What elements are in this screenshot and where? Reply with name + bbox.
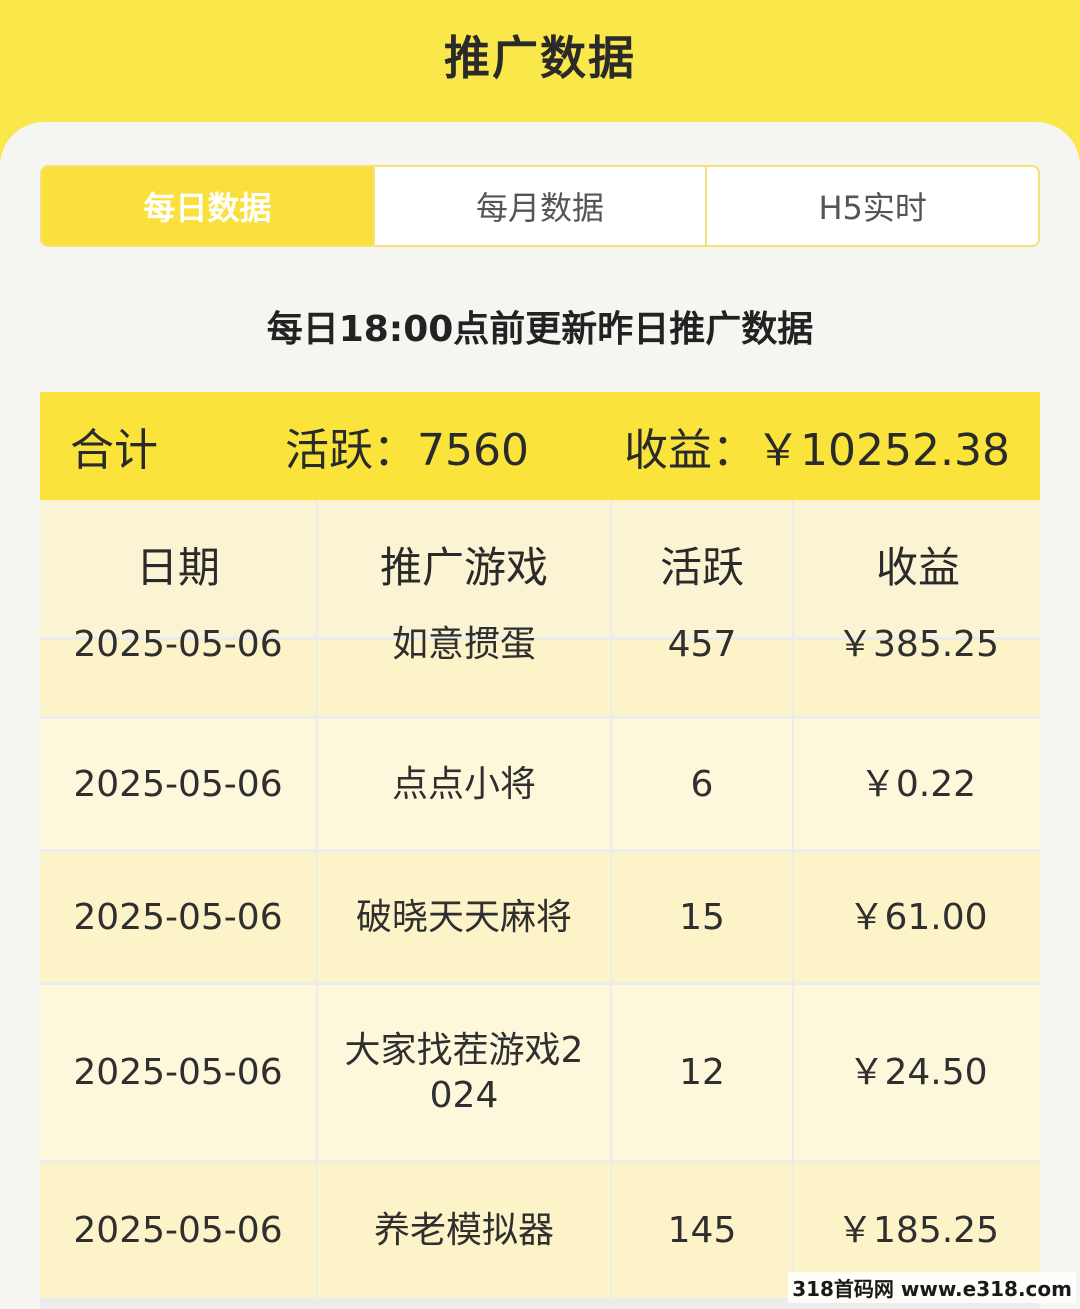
column-header-game: 推广游戏	[318, 500, 610, 637]
cell-game: 养老模拟器	[318, 1163, 610, 1298]
cell-active-text: 457	[667, 624, 737, 665]
cell-date: 2025-05-06	[40, 719, 316, 849]
cell-active: 12	[612, 985, 792, 1160]
summary-income: 收益：￥10252.38	[624, 425, 1010, 476]
cell-date: 2025-05-06	[40, 624, 316, 716]
table-row: 2025-05-06 点点小将 6 ￥0.22	[40, 719, 1040, 849]
cell-game-text: 如意掼蛋	[391, 624, 536, 665]
tab-daily-data[interactable]: 每日数据	[42, 167, 373, 245]
tab-bar: 每日数据 每月数据 H5实时	[40, 165, 1040, 247]
cell-date-text: 2025-05-06	[73, 624, 283, 665]
cell-active: 6	[612, 719, 792, 849]
data-table[interactable]: 日期 推广游戏 活跃 收益 2025-05-06 如意掼蛋 457 ￥385.2…	[40, 500, 1040, 1309]
tab-h5-realtime[interactable]: H5实时	[705, 167, 1038, 245]
table-row: 2025-05-06 破晓天天麻将 15 ￥61.00	[40, 852, 1040, 982]
tab-monthly-data[interactable]: 每月数据	[372, 167, 706, 245]
cell-income: ￥61.00	[794, 852, 1040, 982]
cell-income: ￥385.25	[794, 624, 1040, 716]
summary-bar: 合计 活跃：7560 收益：￥10252.38	[40, 392, 1040, 500]
cell-date: 2025-05-06	[40, 1163, 316, 1298]
table-row: 2025-05-06 如意掼蛋 457 ￥385.25	[40, 624, 1040, 716]
cell-active: 15	[612, 852, 792, 982]
cell-date: 2025-05-06	[40, 985, 316, 1160]
cell-income-text: ￥385.25	[837, 624, 999, 665]
summary-active: 活跃：7560	[285, 425, 529, 476]
table-header-row: 日期 推广游戏 活跃 收益	[40, 500, 1040, 637]
table-row: 2025-05-06 大家找茬游戏2024 12 ￥24.50	[40, 985, 1040, 1160]
column-header-active: 活跃	[612, 500, 792, 637]
cell-game: 如意掼蛋	[318, 624, 610, 716]
cell-income: ￥0.22	[794, 719, 1040, 849]
update-notice: 每日18:00点前更新昨日推广数据	[266, 309, 814, 350]
page-title: 推广数据	[444, 31, 636, 85]
column-header-date: 日期	[40, 500, 316, 637]
cell-date: 2025-05-06	[40, 852, 316, 982]
column-header-income: 收益	[794, 500, 1040, 637]
cell-game: 点点小将	[318, 719, 610, 849]
watermark: 318首码网 www.e318.com	[788, 1272, 1076, 1303]
summary-total-label: 合计	[70, 425, 158, 476]
cell-income: ￥24.50	[794, 985, 1040, 1160]
cell-game: 破晓天天麻将	[318, 852, 610, 982]
cell-game: 大家找茬游戏2024	[318, 985, 610, 1160]
cell-active: 457	[612, 624, 792, 716]
cell-active: 145	[612, 1163, 792, 1298]
